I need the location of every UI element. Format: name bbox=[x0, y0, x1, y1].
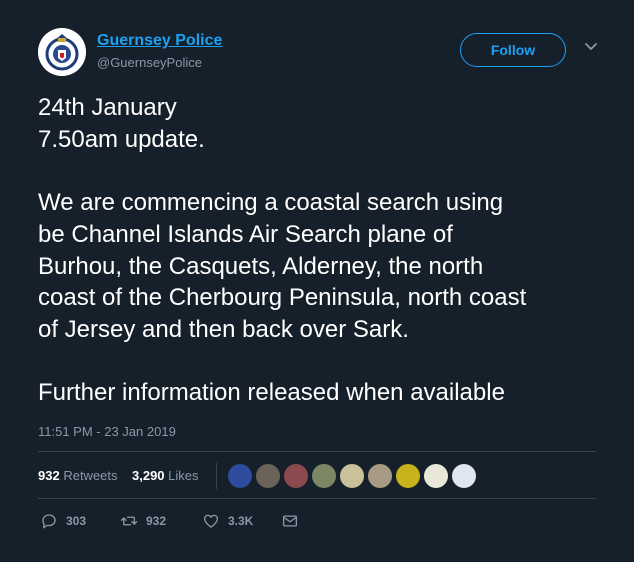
liker-avatar[interactable] bbox=[422, 462, 450, 490]
liker-avatar[interactable] bbox=[450, 462, 478, 490]
follow-button[interactable]: Follow bbox=[460, 33, 566, 67]
police-badge-icon bbox=[38, 28, 86, 76]
likes-stat[interactable]: 3,290 Likes bbox=[132, 468, 199, 483]
retweet-button[interactable]: 932 bbox=[120, 512, 166, 530]
like-count: 3.3K bbox=[228, 514, 254, 528]
chevron-down-icon[interactable] bbox=[583, 38, 599, 54]
liker-avatar[interactable] bbox=[282, 462, 310, 490]
tweet-line: coast of the Cherbourg Peninsula, north … bbox=[38, 284, 527, 312]
direct-message-button[interactable] bbox=[281, 512, 299, 530]
divider bbox=[38, 451, 596, 452]
account-handle[interactable]: @GuernseyPolice bbox=[97, 55, 202, 70]
tweet-line: 24th January bbox=[38, 94, 177, 121]
divider bbox=[38, 498, 596, 499]
tweet-timestamp[interactable]: 11:51 PM - 23 Jan 2019 bbox=[38, 424, 176, 439]
tweet-text: 24th January 7.50am update. We are comme… bbox=[38, 92, 610, 409]
tweet-line: 7.50am update. bbox=[38, 125, 205, 153]
liker-avatar[interactable] bbox=[366, 462, 394, 490]
account-name[interactable]: Guernsey Police bbox=[97, 32, 222, 50]
reply-count: 303 bbox=[66, 514, 87, 528]
liker-avatar[interactable] bbox=[226, 462, 254, 490]
avatar[interactable] bbox=[38, 28, 86, 76]
liker-avatar[interactable] bbox=[338, 462, 366, 490]
envelope-icon bbox=[282, 515, 298, 527]
tweet-line: be Channel Islands Air Search plane of bbox=[38, 220, 453, 248]
retweets-count: 932 bbox=[38, 468, 60, 483]
like-button[interactable]: 3.3K bbox=[202, 512, 253, 530]
tweet-line: Further information released when availa… bbox=[38, 379, 505, 407]
retweet-count: 932 bbox=[146, 514, 167, 528]
reply-icon bbox=[42, 514, 56, 529]
stats-separator bbox=[216, 463, 217, 489]
retweet-icon bbox=[120, 516, 138, 526]
liker-avatar[interactable] bbox=[310, 462, 338, 490]
tweet-header: Guernsey Police @GuernseyPolice Follow bbox=[38, 28, 608, 80]
liker-avatar[interactable] bbox=[254, 462, 282, 490]
tweet-line: Burhou, the Casquets, Alderney, the nort… bbox=[38, 252, 484, 280]
liker-avatar[interactable] bbox=[394, 462, 422, 490]
retweets-label: Retweets bbox=[63, 468, 118, 483]
heart-icon bbox=[203, 514, 219, 528]
reply-button[interactable]: 303 bbox=[40, 512, 86, 530]
tweet-line: of Jersey and then back over Sark. bbox=[38, 315, 409, 343]
retweets-stat[interactable]: 932 Retweets bbox=[38, 468, 118, 483]
tweet-line: We are commencing a coastal search using bbox=[38, 189, 504, 217]
likes-count: 3,290 bbox=[132, 468, 165, 483]
likes-label: Likes bbox=[168, 468, 199, 483]
